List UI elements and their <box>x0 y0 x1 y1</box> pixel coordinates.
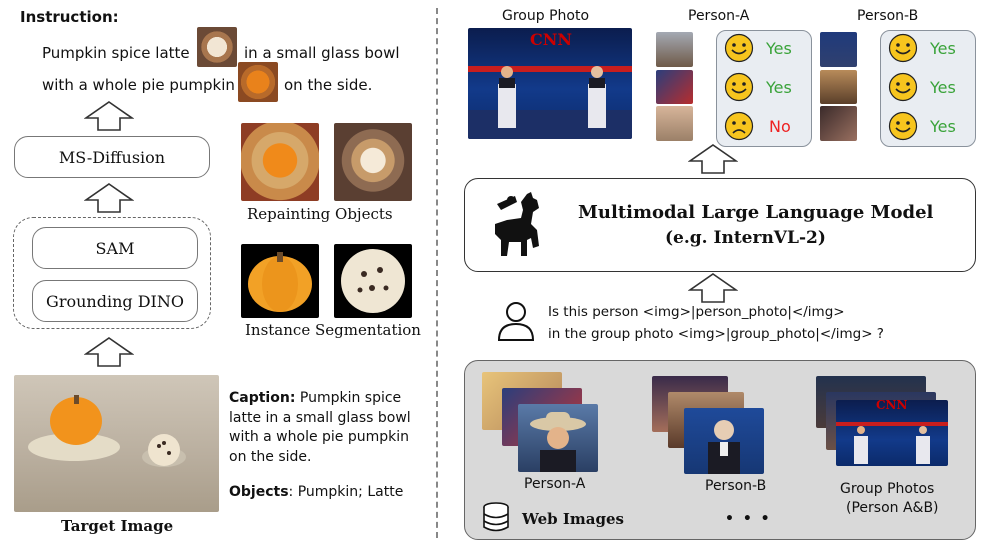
podium-person-icon <box>708 420 740 474</box>
web-person-b-label: Person-B <box>705 478 767 494</box>
sam-box: SAM <box>32 227 198 269</box>
question-line-1: Is this person <img>|person_photo|</img> <box>548 304 845 320</box>
smiley-happy-icon <box>724 72 754 102</box>
web-cnn-logo: CNN <box>876 398 908 412</box>
person-a-result-3: No <box>769 117 791 136</box>
up-arrow-icon <box>84 337 134 367</box>
up-arrow-icon <box>84 183 134 213</box>
person-b-label: Person-B <box>857 8 919 24</box>
instance-segmentation-label: Instance Segmentation <box>245 321 421 339</box>
cowboy-hat-person-icon <box>530 412 586 472</box>
section-divider <box>436 8 438 538</box>
grounding-dino-box: Grounding DINO <box>32 280 198 322</box>
segmented-latte-image <box>334 244 412 318</box>
cnn-logo: CNN <box>530 30 572 49</box>
person-b-result-2: Yes <box>930 78 956 97</box>
smiley-happy-icon <box>724 33 754 63</box>
pumpkin-thumbnail <box>238 62 278 102</box>
repainting-objects-label: Repainting Objects <box>247 205 393 223</box>
up-arrow-icon <box>688 273 738 303</box>
smiley-happy-icon <box>888 33 918 63</box>
caption-text-3: with a whole pie pumpkin <box>229 429 410 445</box>
caption-block: Caption: Pumpkin spice latte in a small … <box>229 389 434 467</box>
web-images-label: Web Images <box>522 510 624 528</box>
person-b-result-3: Yes <box>930 117 956 136</box>
objects-text: : Pumpkin; Latte <box>288 484 404 500</box>
target-image-label: Target Image <box>61 517 174 535</box>
user-icon <box>497 302 535 341</box>
objects-line: Objects: Pumpkin; Latte <box>229 484 403 500</box>
segmented-pumpkin-image <box>241 244 319 318</box>
target-scene-icon <box>28 395 186 467</box>
group-photo-label: Group Photo <box>502 8 590 24</box>
person-b-result-1: Yes <box>930 39 956 58</box>
person-b-photo-1 <box>820 32 857 67</box>
target-image <box>14 375 219 512</box>
database-icon <box>483 502 509 532</box>
sam-label: SAM <box>95 238 135 258</box>
smiley-happy-icon <box>888 111 918 141</box>
person-a-photo-3 <box>656 106 693 141</box>
caption-heading: Caption: <box>229 390 296 406</box>
smiley-sad-icon <box>724 111 754 141</box>
instruction-text-1b: in a small glass bowl <box>244 44 400 62</box>
smiley-happy-icon <box>888 72 918 102</box>
person-a-result-1: Yes <box>766 39 792 58</box>
repainted-pumpkin-image <box>241 123 319 201</box>
instruction-text-1: Pumpkin spice latte <box>42 44 190 62</box>
person-b-photo-2 <box>820 70 857 104</box>
objects-heading: Objects <box>229 484 289 500</box>
person-a-photo-2 <box>656 70 693 104</box>
question-line-2: in the group photo <img>|group_photo|</i… <box>548 326 884 342</box>
web-person-b-photo-front <box>684 408 764 474</box>
web-group-photos-sublabel: (Person A&B) <box>846 500 939 516</box>
ms-diffusion-label: MS-Diffusion <box>58 147 166 167</box>
caption-text-1: Pumpkin spice <box>299 390 402 406</box>
pumpkin-shape-icon <box>248 252 312 312</box>
instruction-heading: Instruction: <box>20 8 119 26</box>
web-group-photos-label: Group Photos <box>840 481 935 497</box>
llama-icon <box>495 192 539 256</box>
person-a-label: Person-A <box>688 8 750 24</box>
repainted-latte-image <box>334 123 412 201</box>
instruction-text-2: with a whole pie pumpkin <box>42 76 235 94</box>
web-person-a-photo-front <box>518 404 598 472</box>
latte-shape-icon <box>341 249 405 313</box>
person-a-photo-1 <box>656 32 693 67</box>
mllm-subtitle: (e.g. InternVL-2) <box>665 228 826 248</box>
mllm-title: Multimodal Large Language Model <box>578 202 934 223</box>
instruction-text-2b: on the side. <box>284 76 373 94</box>
ms-diffusion-box: MS-Diffusion <box>14 136 210 178</box>
web-person-a-label: Person-A <box>524 476 586 492</box>
latte-thumbnail <box>197 27 237 67</box>
caption-text-4: on the side. <box>229 448 312 465</box>
ellipsis-indicator: • • • <box>725 511 772 527</box>
up-arrow-icon <box>688 144 738 174</box>
person-a-result-2: Yes <box>766 78 792 97</box>
person-b-photo-3 <box>820 106 857 141</box>
up-arrow-icon <box>84 101 134 131</box>
grounding-dino-label: Grounding DINO <box>46 291 184 311</box>
caption-text-2: latte in a small glass bowl <box>229 409 411 426</box>
